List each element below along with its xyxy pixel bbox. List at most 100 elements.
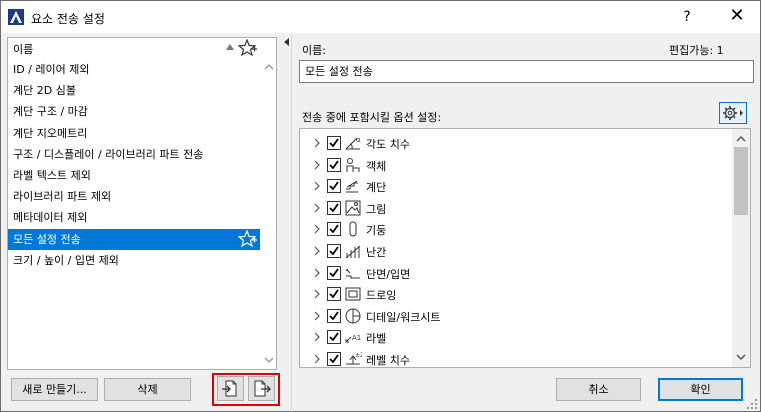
list-item-label: 모든 설정 전송 <box>13 232 81 246</box>
drawing-icon <box>345 287 361 301</box>
include-checkbox[interactable] <box>327 352 341 366</box>
list-item[interactable]: 계단 지오메트리 <box>8 123 260 144</box>
checkmark-icon <box>329 332 339 342</box>
options-tree[interactable]: α 각도 치수객체계단그림기둥난간단면/입면드로잉디테일/워크시트 A1 라벨 ±2 레벨… <box>299 128 751 368</box>
scroll-down-arrow-icon[interactable] <box>264 356 274 364</box>
angle-dimension-icon: α <box>345 136 361 150</box>
name-column-header[interactable]: 이름 <box>13 41 33 57</box>
column-icon <box>349 221 357 237</box>
expand-chevron-icon[interactable] <box>313 138 321 148</box>
list-item-label: 계단 2D 심볼 <box>13 84 76 98</box>
list-item-label: 메타데이터 제외 <box>13 211 88 225</box>
tree-row[interactable]: 계단 <box>300 175 730 197</box>
list-item[interactable]: 계단 구조 / 마감 <box>8 101 260 122</box>
tree-scrollbar[interactable] <box>732 129 750 367</box>
export-button[interactable] <box>248 376 275 401</box>
scroll-up-arrow-icon[interactable] <box>736 135 746 143</box>
checkmark-icon <box>329 268 339 277</box>
ok-button[interactable]: 확인 <box>658 378 743 401</box>
tree-row[interactable]: 난간 <box>300 240 730 262</box>
list-header[interactable]: 이름 <box>8 38 260 58</box>
include-checkbox[interactable] <box>327 308 341 323</box>
include-checkbox[interactable] <box>327 200 341 215</box>
tree-item-label: 기둥 <box>366 224 387 238</box>
list-item-label: 계단 지오메트리 <box>13 126 88 140</box>
railing-icon <box>345 245 361 259</box>
checkmark-icon <box>329 203 339 213</box>
scroll-down-arrow-icon[interactable] <box>736 353 746 361</box>
options-label: 전송 중에 포함시킬 옵션 설정: <box>302 111 442 124</box>
expand-chevron-icon[interactable] <box>313 203 321 213</box>
list-item[interactable]: 라벨 텍스트 제외 <box>8 165 260 186</box>
list-item[interactable]: 계단 2D 심볼 <box>8 80 260 101</box>
list-item[interactable]: 라이브러리 파트 제외 <box>8 186 260 207</box>
label-icon: A1 <box>345 334 361 343</box>
delete-button[interactable]: 삭제 <box>104 378 191 401</box>
include-checkbox[interactable] <box>327 287 341 302</box>
list-item[interactable]: 모든 설정 전송 <box>8 228 260 250</box>
tree-row[interactable]: 드로잉 <box>300 283 730 305</box>
checkmark-icon <box>329 289 339 299</box>
favorite-header-star-icon[interactable] <box>238 39 258 57</box>
tree-item-label: 레벨 치수 <box>366 354 410 367</box>
list-item-label: 라이브러리 파트 제외 <box>13 190 112 204</box>
tree-row[interactable]: A1 라벨 <box>300 326 730 348</box>
list-item[interactable]: ID / 레이어 제외 <box>8 59 260 80</box>
gear-icon <box>723 106 743 120</box>
new-button[interactable]: 새로 만들기... <box>11 378 98 401</box>
include-checkbox[interactable] <box>327 157 341 172</box>
expand-chevron-icon[interactable] <box>313 268 321 278</box>
svg-text:α: α <box>356 136 361 144</box>
help-button[interactable]: ? <box>673 5 701 29</box>
tree-row[interactable]: 디테일/워크시트 <box>300 305 730 327</box>
collapse-panel-arrow-icon[interactable] <box>284 38 289 46</box>
close-button[interactable]: ✕ <box>721 5 753 29</box>
expand-chevron-icon[interactable] <box>313 246 321 256</box>
cancel-button[interactable]: 취소 <box>556 378 641 401</box>
tree-row[interactable]: 기둥 <box>300 218 730 240</box>
name-label: 이름: <box>302 44 326 57</box>
tree-item-label: 라벨 <box>366 332 387 346</box>
name-input[interactable]: 모든 설정 전송 <box>299 60 754 83</box>
import-icon <box>222 380 237 397</box>
panel-splitter[interactable] <box>291 34 292 412</box>
title-bar: 요소 전송 설정 ? ✕ <box>1 1 760 33</box>
object-icon <box>346 157 360 172</box>
list-item[interactable]: 크기 / 높이 / 입면 제외 <box>8 250 260 271</box>
archicad-app-icon <box>8 9 24 25</box>
options-menu-button[interactable] <box>719 102 747 124</box>
list-item[interactable]: 메타데이터 제외 <box>8 207 260 228</box>
expand-chevron-icon[interactable] <box>313 289 321 299</box>
tree-row[interactable]: 단면/입면 <box>300 262 730 284</box>
expand-chevron-icon[interactable] <box>313 181 321 191</box>
tree-row[interactable]: ±2 레벨 치수 <box>300 348 730 367</box>
expand-chevron-icon[interactable] <box>313 224 321 234</box>
include-checkbox[interactable] <box>327 330 341 345</box>
picture-icon <box>345 200 361 216</box>
tree-row[interactable]: 객체 <box>300 154 730 176</box>
tree-row[interactable]: 그림 <box>300 197 730 219</box>
resize-grip-icon[interactable] <box>746 398 758 410</box>
scroll-up-arrow-icon[interactable] <box>264 63 274 71</box>
list-item[interactable]: 구조 / 디스플레이 / 라이브러리 파트 전송 <box>8 144 260 165</box>
import-button[interactable] <box>217 376 244 401</box>
expand-chevron-icon[interactable] <box>313 311 321 321</box>
list-item-label: 구조 / 디스플레이 / 라이브러리 파트 전송 <box>13 147 204 161</box>
svg-text:A1: A1 <box>352 334 361 342</box>
favorite-star-icon[interactable] <box>238 229 258 248</box>
tree-item-label: 단면/입면 <box>366 267 411 281</box>
include-checkbox[interactable] <box>327 222 341 237</box>
sort-ascending-icon <box>226 44 234 50</box>
list-item-label: 계단 구조 / 마감 <box>13 105 88 119</box>
scrollbar-thumb[interactable] <box>734 147 748 215</box>
checkmark-icon <box>329 311 339 321</box>
include-checkbox[interactable] <box>327 244 341 258</box>
expand-chevron-icon[interactable] <box>313 332 321 342</box>
include-checkbox[interactable] <box>327 179 341 194</box>
include-checkbox[interactable] <box>327 136 341 150</box>
tree-row[interactable]: α 각도 치수 <box>300 132 730 154</box>
include-checkbox[interactable] <box>327 265 341 280</box>
expand-chevron-icon[interactable] <box>313 160 321 170</box>
settings-list[interactable]: 이름 ID / 레이어 제외계단 2D 심볼계단 구조 / 마감계단 지오메트리… <box>7 37 277 370</box>
expand-chevron-icon[interactable] <box>313 354 321 364</box>
